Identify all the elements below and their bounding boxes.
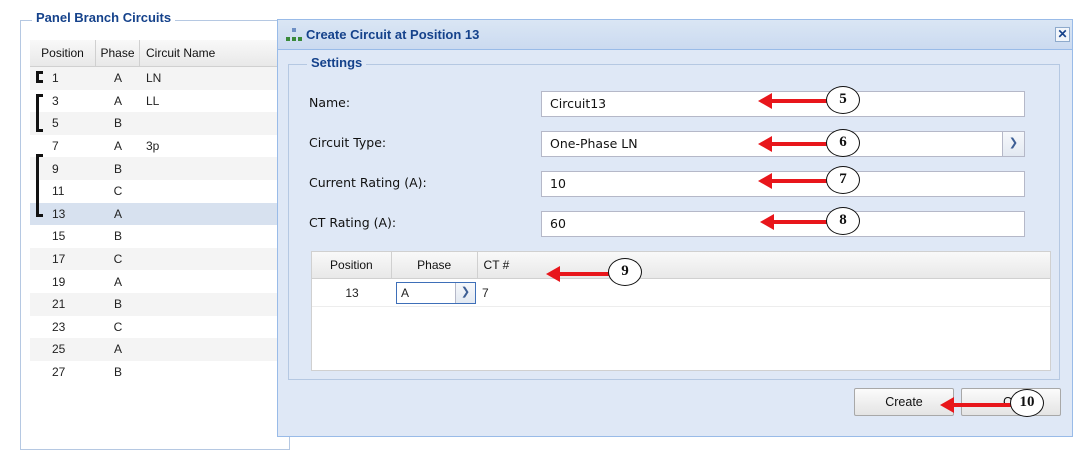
table-row[interactable]: 5B <box>30 112 288 135</box>
dialog-title: Create Circuit at Position 13 <box>306 27 480 42</box>
row-phase: A <box>113 71 122 86</box>
close-icon[interactable]: ✕ <box>1055 27 1070 42</box>
ct-grid: Position Phase CT # 13 A ❯ 7 <box>311 251 1051 371</box>
row-position: 27 <box>52 365 66 380</box>
ct-rating-input[interactable]: 60 <box>541 211 1025 237</box>
annotation-arrow <box>760 214 828 230</box>
chevron-down-icon[interactable]: ❯ <box>455 282 475 303</box>
callout-8: 8 <box>826 207 860 235</box>
table-row[interactable]: 19 A <box>30 270 288 293</box>
row-position: 25 <box>52 342 66 357</box>
name-input[interactable]: Circuit13 <box>541 91 1025 117</box>
row-position: 23 <box>52 319 66 334</box>
row-phase: A <box>113 139 122 154</box>
callout-10: 10 <box>1010 389 1044 417</box>
table-header: Position Phase Circuit Name <box>30 39 288 67</box>
circuit-type-label: Circuit Type: <box>309 135 387 150</box>
circuit-group-bracket <box>36 71 43 83</box>
name-label: Name: <box>309 95 351 110</box>
settings-legend: Settings <box>307 55 367 70</box>
annotation-arrow <box>758 173 828 189</box>
row-phase: B <box>113 297 122 312</box>
table-body: 1 A LN 3 A LL 5B 7 A 3p 9B 11 C 13 A 15 B 17 C 19 A… <box>30 67 288 383</box>
ct-row-ct-number[interactable]: 7 <box>482 286 489 300</box>
annotation-arrow <box>940 397 1012 413</box>
callout-7: 7 <box>826 166 860 194</box>
ct-rating-label: CT Rating (A): <box>309 215 397 230</box>
table-row[interactable]: 1 A LN <box>30 67 288 90</box>
table-row[interactable]: 17 C <box>30 247 288 271</box>
column-circuit-name[interactable]: Circuit Name <box>140 40 236 67</box>
table-row[interactable]: 3 A LL <box>30 90 288 113</box>
settings-fieldset: Settings Name: Circuit13 Circuit Type: O… <box>288 55 1060 380</box>
ct-column-phase[interactable]: Phase <box>392 251 478 279</box>
circuit-group-bracket <box>36 154 43 217</box>
column-position[interactable]: Position <box>30 39 96 67</box>
create-button[interactable]: Create <box>854 388 954 416</box>
table-row[interactable]: 15 B <box>30 225 288 248</box>
table-row[interactable]: 25 A <box>30 338 288 361</box>
ct-phase-value: A <box>401 285 410 300</box>
dialog-header[interactable]: Create Circuit at Position 13 ✕ <box>278 20 1072 50</box>
row-phase: A <box>113 206 122 221</box>
row-name: 3p <box>146 139 160 154</box>
row-position: 17 <box>52 252 66 267</box>
circuit-tree-icon <box>286 27 302 42</box>
row-position: 21 <box>52 297 66 312</box>
ct-row-position: 13 <box>345 285 359 300</box>
row-name: LL <box>146 93 160 108</box>
table-row[interactable]: 23 C <box>30 316 288 339</box>
row-position: 15 <box>52 229 66 244</box>
row-phase: B <box>113 116 122 131</box>
row-phase: C <box>113 319 123 334</box>
row-position: 7 <box>52 139 59 154</box>
row-phase: C <box>113 252 123 267</box>
chevron-down-icon[interactable]: ❯ <box>1002 132 1024 156</box>
annotation-arrow <box>546 266 610 282</box>
callout-6: 6 <box>826 129 860 157</box>
row-phase: A <box>113 93 122 108</box>
panel-title: Panel Branch Circuits <box>32 10 176 25</box>
table-row[interactable]: 11 C <box>30 180 288 203</box>
annotation-arrow <box>758 93 828 109</box>
row-phase: B <box>113 161 122 176</box>
row-phase: A <box>113 342 122 357</box>
circuit-group-bracket <box>36 94 43 132</box>
callout-5: 5 <box>826 86 860 114</box>
table-row-selected[interactable]: 13 A <box>30 202 288 226</box>
table-row[interactable]: 7 A 3p <box>30 135 288 158</box>
ct-grid-header: Position Phase CT # <box>312 251 1050 279</box>
column-phase[interactable]: Phase <box>96 39 140 67</box>
current-rating-input[interactable]: 10 <box>541 171 1025 197</box>
current-rating-label: Current Rating (A): <box>309 175 427 190</box>
branch-circuits-table: Position Phase Circuit Name 1 A LN 3 A LL 5B… <box>30 39 288 383</box>
row-phase: A <box>113 274 122 289</box>
table-row[interactable]: 27 B <box>30 361 288 384</box>
ct-column-position[interactable]: Position <box>312 251 392 279</box>
callout-9: 9 <box>608 258 642 286</box>
row-phase: B <box>113 229 122 244</box>
row-position: 19 <box>52 274 66 289</box>
table-row[interactable]: 13 A ❯ 7 <box>312 279 1050 307</box>
ct-phase-select[interactable]: A ❯ <box>396 281 476 304</box>
row-name: LN <box>146 71 162 86</box>
create-circuit-dialog: Create Circuit at Position 13 ✕ Settings… <box>277 19 1073 437</box>
circuit-type-value: One-Phase LN <box>550 136 638 151</box>
row-phase: B <box>113 365 122 380</box>
annotation-arrow <box>758 136 828 152</box>
table-row[interactable]: 21 B <box>30 292 288 316</box>
row-phase: C <box>113 184 123 199</box>
table-row[interactable]: 9B <box>30 157 288 180</box>
